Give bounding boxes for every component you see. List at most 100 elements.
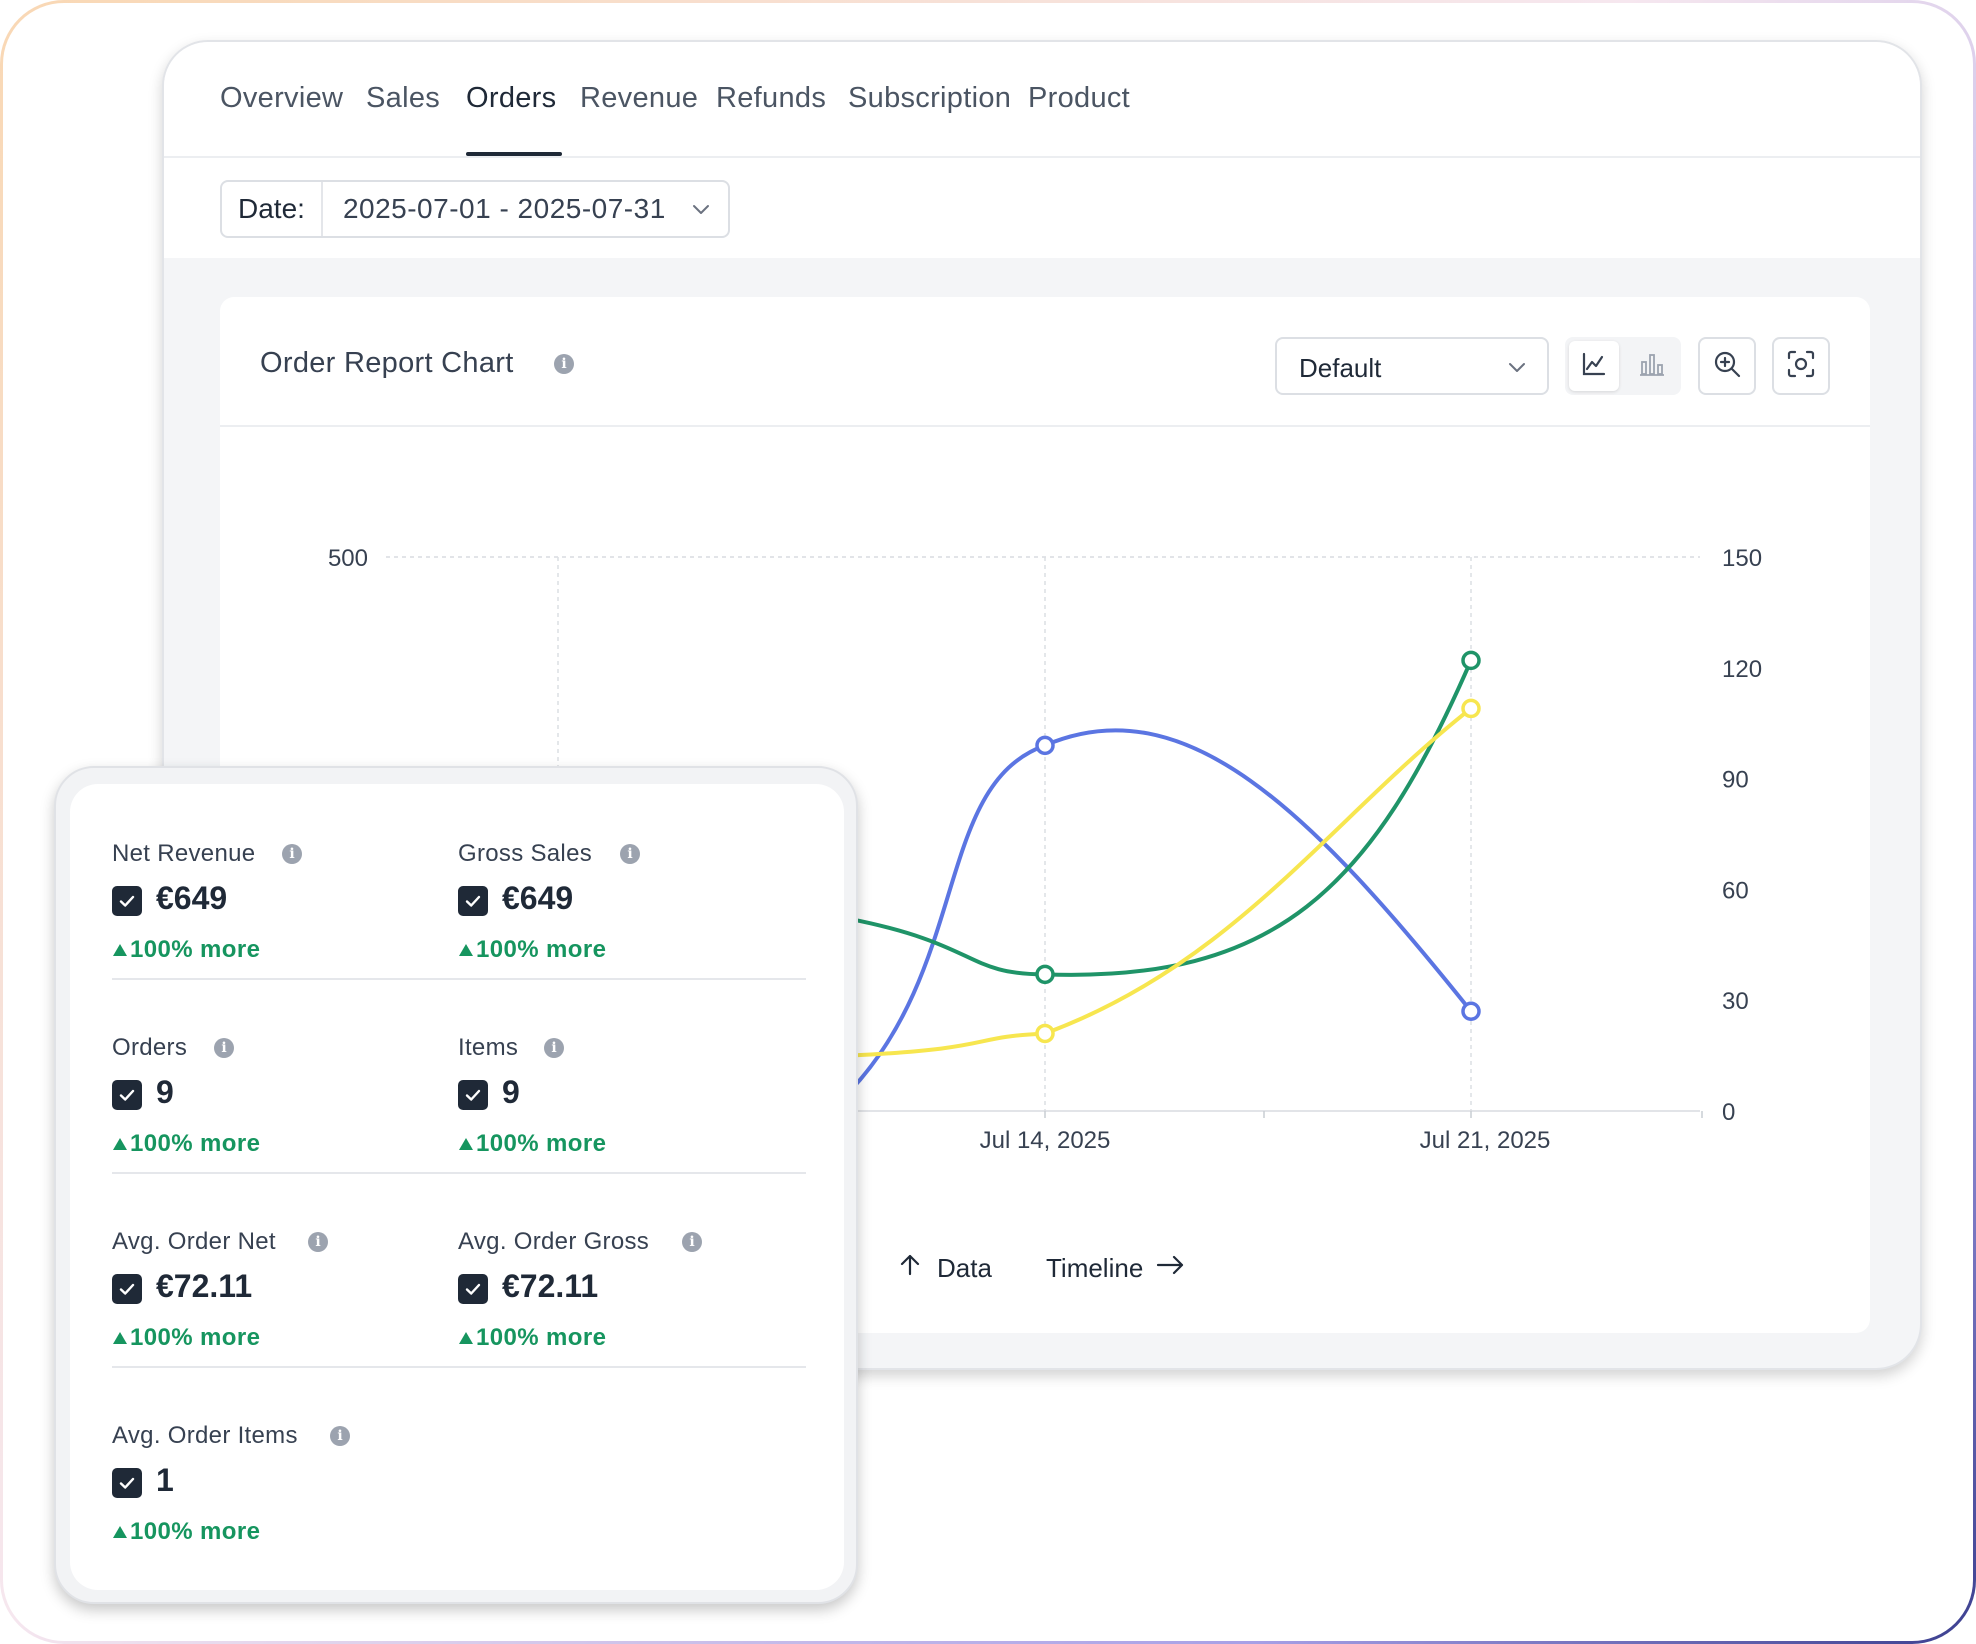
bar-chart-icon <box>1638 350 1666 383</box>
stat-divider <box>112 1366 806 1368</box>
screenshot-button[interactable] <box>1772 337 1830 395</box>
y-right-tick-label: 60 <box>1722 877 1749 904</box>
stat-change: 100% more <box>112 936 260 964</box>
tab-subscription[interactable]: Subscription <box>848 82 1011 115</box>
data-point <box>1035 1023 1055 1044</box>
y-left-tick-label: 500 <box>328 545 368 572</box>
data-point <box>1461 1001 1481 1022</box>
chevron-down-icon <box>1505 355 1529 384</box>
tab-overview[interactable]: Overview <box>220 82 343 115</box>
y-right-tick-label: 0 <box>1722 1099 1735 1126</box>
data-point <box>1461 698 1481 719</box>
info-icon[interactable]: i <box>682 1232 702 1252</box>
stat-change: 100% more <box>112 1130 260 1158</box>
stat-label: Avg. Order Items <box>112 1422 298 1449</box>
stat-tile: Avg. Order Items i 1 100% more <box>112 1422 432 1572</box>
stat-value: 9 <box>502 1074 520 1110</box>
stat-label: Avg. Order Net <box>112 1228 276 1255</box>
tab-product[interactable]: Product <box>1028 82 1130 115</box>
stat-checkbox[interactable] <box>458 1080 488 1110</box>
stat-divider <box>112 1172 806 1174</box>
stat-change: 100% more <box>458 1130 606 1158</box>
timeline-label: Timeline <box>1046 1253 1144 1283</box>
stat-value: €649 <box>502 880 574 916</box>
stat-tile: Avg. Order Net i €72.11 100% more <box>112 1228 432 1378</box>
chart-mode-select[interactable]: Default <box>1275 337 1549 395</box>
zoom-button[interactable] <box>1698 337 1756 395</box>
check-icon <box>465 1089 481 1101</box>
stat-checkbox[interactable] <box>112 1080 142 1110</box>
date-label: Date: <box>222 182 323 236</box>
stat-tile: Gross Sales i €649 100% more <box>458 840 778 990</box>
data-point <box>1461 650 1481 671</box>
info-icon[interactable]: i <box>308 1232 328 1252</box>
data-sort-button[interactable]: Data <box>897 1252 992 1285</box>
stat-checkbox[interactable] <box>112 886 142 916</box>
stat-change-text: 100% more <box>476 1130 607 1157</box>
stat-change-text: 100% more <box>130 1518 261 1545</box>
chart-type-toggle <box>1565 337 1681 395</box>
stat-label: Items <box>458 1034 519 1061</box>
stat-checkbox[interactable] <box>112 1274 142 1304</box>
chart-header: Order Report Chart i Default <box>220 297 1870 427</box>
y-right-tick-label: 150 <box>1722 545 1762 572</box>
y-right-tick-label: 30 <box>1722 988 1749 1015</box>
date-range-picker[interactable]: Date: 2025-07-01 - 2025-07-31 <box>220 180 730 238</box>
tab-refunds[interactable]: Refunds <box>716 82 826 115</box>
check-icon <box>119 895 135 907</box>
triangle-up-icon <box>113 1332 127 1344</box>
y-right-tick-label: 120 <box>1722 656 1762 683</box>
info-icon[interactable]: i <box>554 354 574 374</box>
stat-value: €72.11 <box>156 1268 253 1304</box>
triangle-up-icon <box>113 1138 127 1150</box>
info-icon[interactable]: i <box>544 1038 564 1058</box>
arrow-right-icon <box>1155 1252 1185 1285</box>
chevron-down-icon <box>690 198 712 225</box>
chart-mode-value: Default <box>1299 353 1382 383</box>
info-icon[interactable]: i <box>282 844 302 864</box>
stat-checkbox[interactable] <box>112 1468 142 1498</box>
check-icon <box>119 1089 135 1101</box>
stat-change-text: 100% more <box>130 1130 261 1157</box>
x-tick-label: Jul 14, 2025 <box>980 1127 1111 1154</box>
summary-stats-inner: Net Revenue i €649 100% more Gross Sales i €64… <box>70 784 844 1590</box>
stat-divider <box>112 978 806 980</box>
info-icon[interactable]: i <box>330 1426 350 1446</box>
triangle-up-icon <box>113 944 127 956</box>
info-icon[interactable]: i <box>620 844 640 864</box>
series-line <box>848 728 1473 1093</box>
bar-chart-button[interactable] <box>1627 341 1677 391</box>
stat-checkbox[interactable] <box>458 1274 488 1304</box>
check-icon <box>465 895 481 907</box>
y-right-tick-label: 90 <box>1722 767 1749 794</box>
stat-value: €649 <box>156 880 228 916</box>
triangle-up-icon <box>459 944 473 956</box>
stat-label: Gross Sales <box>458 840 593 867</box>
report-tabs: Overview Sales Orders Revenue Refunds Su… <box>164 42 1920 158</box>
stat-checkbox[interactable] <box>458 886 488 916</box>
check-icon <box>119 1283 135 1295</box>
stat-change: 100% more <box>112 1518 260 1546</box>
stat-change-text: 100% more <box>476 936 607 963</box>
tab-sales[interactable]: Sales <box>366 82 440 115</box>
stat-label: Orders <box>112 1034 188 1061</box>
line-chart-icon <box>1580 350 1608 383</box>
line-chart-button[interactable] <box>1569 341 1619 391</box>
stat-change-text: 100% more <box>130 1324 261 1351</box>
active-tab-indicator <box>466 152 562 156</box>
date-range-value: 2025-07-01 - 2025-07-31 <box>342 193 666 224</box>
stat-label: Avg. Order Gross <box>458 1228 650 1255</box>
stat-tile: Avg. Order Gross i €72.11 100% more <box>458 1228 778 1378</box>
top-area: Overview Sales Orders Revenue Refunds Su… <box>164 42 1920 258</box>
zoom-in-icon <box>1712 349 1742 384</box>
triangle-up-icon <box>113 1526 127 1538</box>
tab-orders[interactable]: Orders <box>466 82 556 115</box>
stat-tile: Orders i 9 100% more <box>112 1034 432 1184</box>
stat-value: €72.11 <box>502 1268 599 1304</box>
timeline-button[interactable]: Timeline <box>1046 1252 1185 1285</box>
chart-title: Order Report Chart <box>260 347 514 379</box>
data-point <box>1035 735 1055 756</box>
data-label: Data <box>937 1253 992 1283</box>
tab-revenue[interactable]: Revenue <box>580 82 698 115</box>
info-icon[interactable]: i <box>214 1038 234 1058</box>
